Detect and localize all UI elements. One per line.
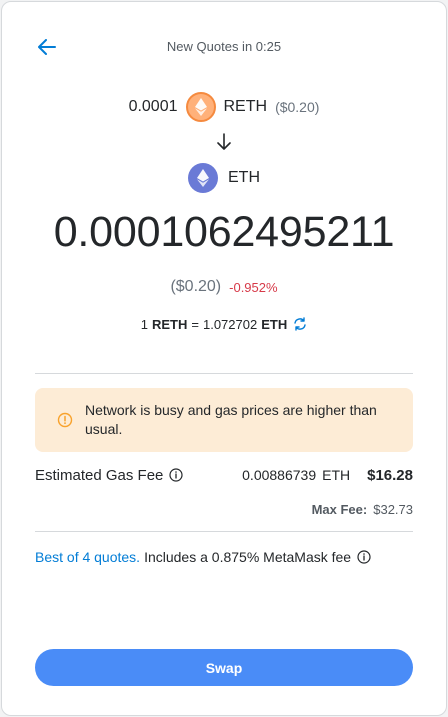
divider: [35, 373, 413, 374]
source-fiat-value: ($0.20): [275, 99, 320, 115]
source-symbol: RETH: [223, 98, 268, 115]
gas-info-icon[interactable]: [169, 468, 183, 482]
max-fee-row: Max Fee: $32.73: [35, 499, 413, 519]
source-amount: 0.0001: [128, 98, 178, 115]
divider: [35, 531, 413, 532]
gas-fee-fiat: $16.28: [367, 466, 413, 484]
arrow-down: [2, 133, 446, 153]
destination-token-row: ETH: [2, 162, 446, 194]
quotes-info-row: Best of 4 quotes. Includes a 0.875% Meta…: [35, 546, 413, 568]
quote-timer: New Quotes in 0:25: [166, 39, 282, 54]
max-fee-label: Max Fee:: [311, 501, 368, 517]
price-change-percent: -0.952%: [229, 279, 278, 295]
warning-text: Network is busy and gas prices are highe…: [85, 402, 377, 437]
rate-prefix: 1: [140, 316, 148, 332]
destination-symbol: ETH: [228, 169, 260, 186]
reth-token-icon: [185, 92, 216, 122]
rate-equals: =: [191, 316, 199, 332]
destination-fiat-value: ($0.20): [170, 278, 222, 295]
estimated-gas-fee-row: Estimated Gas Fee 0.00886739 ETH $16.28: [35, 464, 413, 486]
arrow-down-icon: [217, 133, 231, 150]
source-token-row: 0.0001 RETH ($0.20): [2, 91, 446, 123]
gas-fee-eth-unit: ETH: [322, 467, 351, 483]
fee-info-icon[interactable]: [357, 550, 371, 564]
exchange-rate-row: 1 RETH = 1.072702 ETH: [2, 314, 446, 334]
swap-review-panel: New Quotes in 0:25 0.0001 RETH ($0.20) E…: [1, 1, 447, 716]
network-busy-warning: Network is busy and gas prices are highe…: [35, 388, 413, 452]
eth-token-icon: [188, 163, 218, 193]
swap-button[interactable]: Swap: [35, 649, 413, 686]
header: New Quotes in 0:25: [2, 2, 446, 90]
destination-amount: 0.0001062495211: [53, 208, 395, 256]
gas-fee-eth-amount: 0.00886739: [242, 467, 317, 483]
best-quotes-link[interactable]: Best of 4 quotes.: [35, 549, 140, 565]
gas-fee-label: Estimated Gas Fee: [35, 466, 164, 484]
max-fee-value: $32.73: [373, 501, 413, 517]
warning-icon: [57, 412, 73, 428]
swap-rate-icon[interactable]: [293, 317, 307, 331]
rate-to-symbol: ETH: [261, 316, 288, 332]
destination-fiat-row: ($0.20) -0.952%: [2, 276, 446, 298]
rate-value: 1.072702: [202, 316, 258, 332]
rate-from-symbol: RETH: [152, 316, 188, 332]
metamask-fee-text: Includes a 0.875% MetaMask fee: [144, 549, 352, 565]
